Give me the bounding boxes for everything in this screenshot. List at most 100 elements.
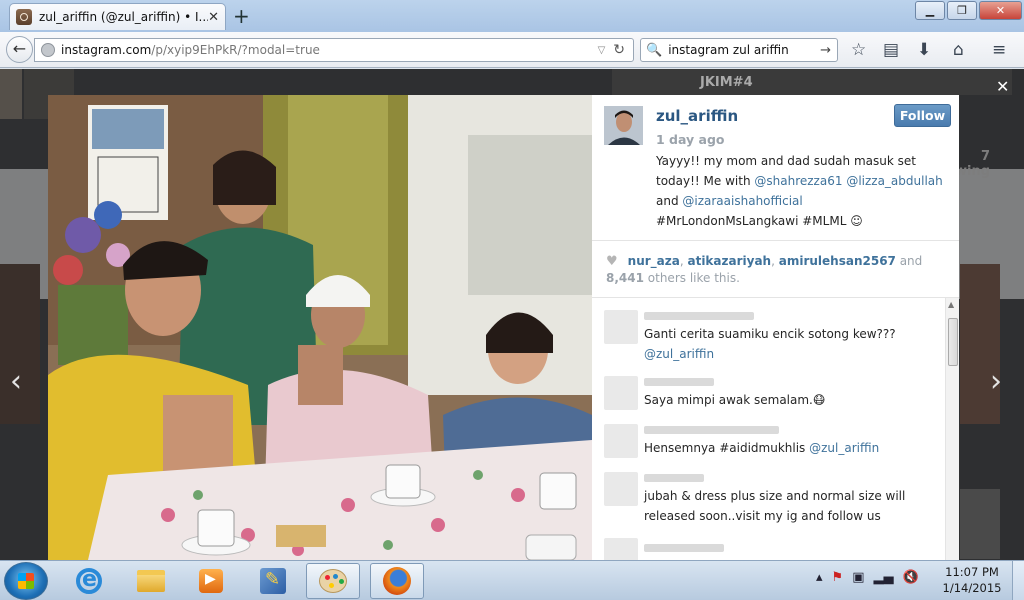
menu-icon[interactable]: ≡: [992, 40, 1006, 60]
scroll-thumb[interactable]: [948, 318, 958, 366]
instagram-favicon-icon: [16, 9, 32, 25]
firefox-icon: [383, 567, 411, 595]
comment-body: jubah & dress plus size and normal size …: [644, 489, 906, 523]
taskbar-paint-tool[interactable]: [246, 563, 300, 599]
post-time-ago[interactable]: 1 day ago: [656, 132, 725, 147]
likes-and: and: [895, 254, 923, 268]
post-photo[interactable]: [48, 95, 592, 560]
caption-hashtags: #MrLondonMsLangkawi #MLML ☺: [656, 214, 863, 228]
restore-button[interactable]: ❐: [947, 1, 977, 20]
post-caption: Yayyy!! my mom and dad sudah masuk set t…: [656, 151, 946, 231]
download-icon[interactable]: ⬇: [917, 40, 931, 60]
taskbar: ▴ ⚑ ▣ ▂▄ 🔇 11:07 PM 1/14/2015: [0, 560, 1024, 600]
back-button[interactable]: ←: [6, 36, 33, 63]
bg-following-count: 7: [980, 149, 991, 164]
comments-scrollbar[interactable]: ▲: [945, 298, 959, 560]
comment-avatar[interactable]: [604, 310, 638, 344]
comment-avatar[interactable]: [604, 376, 638, 410]
post-username[interactable]: zul_ariffin: [656, 107, 738, 125]
taskbar-media-player[interactable]: [184, 563, 238, 599]
window-controls: ▁ ❐ ✕: [913, 1, 1022, 20]
comment-avatar[interactable]: [604, 424, 638, 458]
volume-muted-icon[interactable]: 🔇: [902, 570, 918, 585]
globe-icon: [41, 43, 55, 57]
liker-link[interactable]: nur_aza: [628, 254, 680, 268]
scroll-up-icon[interactable]: ▲: [948, 300, 954, 309]
mention-link[interactable]: @zul_ariffin: [809, 441, 879, 455]
search-go-icon[interactable]: →: [820, 43, 831, 58]
new-tab-button[interactable]: +: [233, 4, 250, 28]
comment-text: Hensemnya #aididmukhlis @zul_ariffin: [644, 438, 934, 458]
taskbar-firefox[interactable]: [370, 563, 424, 599]
taskbar-ie[interactable]: [62, 563, 116, 599]
comment-avatar[interactable]: [604, 472, 638, 506]
bg-banner: [612, 69, 1012, 95]
comment-text: jubah & dress plus size and normal size …: [644, 486, 934, 526]
comments-list: Ganti cerita suamiku encik sotong kew???…: [592, 298, 945, 560]
search-icon: 🔍: [646, 42, 663, 58]
next-post-chevron-right-icon[interactable]: ›: [990, 364, 1002, 399]
home-icon[interactable]: ⌂: [953, 40, 964, 60]
network-signal-icon[interactable]: ▂▄: [873, 570, 893, 585]
media-player-icon: [199, 569, 223, 593]
comment-username-blurred[interactable]: [644, 426, 779, 434]
bg-following-label: wing: [955, 164, 991, 179]
clock-date: 1/14/2015: [942, 581, 1002, 595]
url-host: instagram.com: [61, 43, 152, 57]
bg-thumbnail: [0, 264, 40, 424]
taskbar-explorer[interactable]: [124, 563, 178, 599]
comment-username-blurred[interactable]: [644, 312, 754, 320]
url-dropdown-icon[interactable]: ▽: [598, 45, 606, 56]
show-desktop-button[interactable]: [1012, 561, 1024, 600]
internet-explorer-icon: [76, 567, 102, 594]
comment-text: Saya mimpi awak semalam.😷: [644, 390, 934, 410]
comment-body: Saya mimpi awak semalam.😷: [644, 393, 826, 407]
mention-link[interactable]: @izaraaishahofficial: [682, 194, 802, 208]
comment-username-blurred[interactable]: [644, 474, 704, 482]
taskbar-clock[interactable]: 11:07 PM 1/14/2015: [942, 564, 1002, 596]
comment-username-blurred[interactable]: [644, 544, 724, 552]
back-arrow-icon: ←: [12, 39, 27, 58]
bg-thumbnail: [960, 489, 1000, 559]
start-button[interactable]: [4, 562, 48, 600]
mention-link[interactable]: @zul_ariffin: [644, 347, 714, 361]
mention-link[interactable]: @lizza_abdullah: [846, 174, 942, 188]
paint-palette-icon: [319, 569, 347, 593]
minimize-button[interactable]: ▁: [915, 1, 945, 20]
browser-tab[interactable]: zul_ariffin (@zul_ariffin) • I... ✕: [9, 3, 226, 30]
liker-link[interactable]: atikazariyah: [687, 254, 771, 268]
comment-avatar[interactable]: [604, 538, 638, 560]
star-icon[interactable]: ☆: [851, 40, 866, 60]
paint-tool-icon: [260, 568, 286, 594]
folder-icon: [137, 570, 165, 592]
liker-link[interactable]: amirulehsan2567: [779, 254, 896, 268]
bg-thumbnail: [0, 69, 22, 119]
device-icon[interactable]: ▣: [852, 570, 864, 585]
flag-icon[interactable]: ⚑: [832, 570, 844, 585]
taskbar-paint[interactable]: [306, 563, 360, 599]
modal-close-icon[interactable]: ✕: [996, 77, 1009, 96]
likes-summary: ♥ nur_aza, atikazariyah, amirulehsan2567 …: [606, 254, 923, 285]
avatar[interactable]: [604, 106, 643, 145]
close-window-button[interactable]: ✕: [979, 1, 1022, 20]
browser-titlebar: zul_ariffin (@zul_ariffin) • I... ✕ + ▁ …: [0, 0, 1024, 32]
tab-title: zul_ariffin (@zul_ariffin) • I...: [39, 10, 209, 24]
reading-list-icon[interactable]: ▤: [883, 40, 899, 60]
reload-icon[interactable]: ↻: [613, 42, 625, 58]
search-input[interactable]: [668, 43, 819, 57]
previous-post-chevron-left-icon[interactable]: ‹: [10, 364, 22, 399]
tray-expand-icon[interactable]: ▴: [816, 570, 823, 585]
heart-icon[interactable]: ♥: [606, 254, 618, 269]
comment-body: Hensemnya #aididmukhlis: [644, 441, 810, 455]
system-tray: ▴ ⚑ ▣ ▂▄ 🔇: [816, 570, 919, 585]
comment-username-blurred[interactable]: [644, 378, 714, 386]
mention-link[interactable]: @shahrezza61: [754, 174, 842, 188]
address-bar[interactable]: instagram.com/p/xyip9EhPkR/?modal=true ▽…: [34, 38, 634, 62]
follow-button[interactable]: Follow: [894, 104, 951, 127]
likes-suffix: others like this.: [643, 271, 740, 285]
likes-count[interactable]: 8,441: [606, 271, 644, 285]
bg-thumbnail: [960, 264, 1000, 424]
tab-close-icon[interactable]: ✕: [208, 10, 219, 25]
comment-text: Ganti cerita suamiku encik sotong kew???…: [644, 324, 934, 364]
search-bar[interactable]: 🔍 →: [640, 38, 838, 62]
